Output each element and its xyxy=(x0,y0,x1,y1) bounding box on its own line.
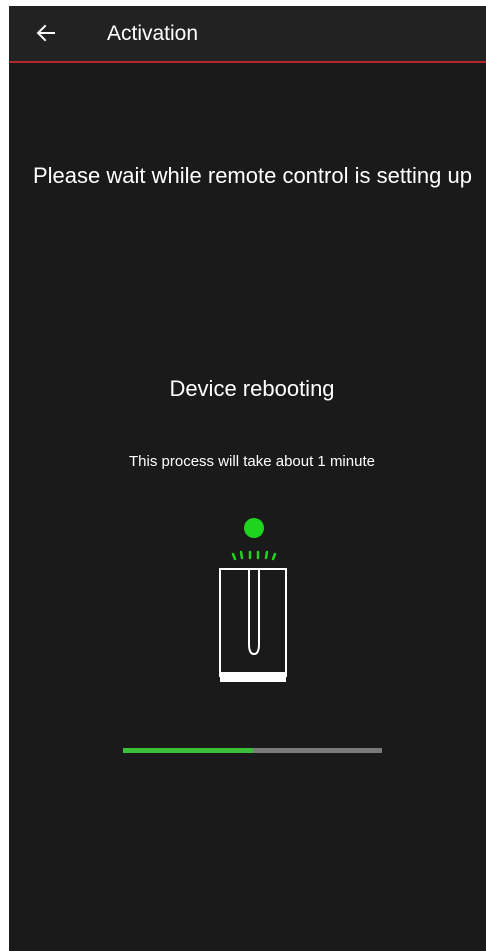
status-subtitle: This process will take about 1 minute xyxy=(129,453,375,470)
progress-bar-fill xyxy=(123,748,253,753)
status-light-icon xyxy=(244,518,264,538)
page-title: Activation xyxy=(107,22,199,45)
app-bar: Activation xyxy=(9,6,486,63)
router-device-icon xyxy=(219,518,287,682)
activation-screen: Activation Please wait while remote cont… xyxy=(9,6,486,951)
back-button[interactable] xyxy=(31,18,61,48)
status-title: Device rebooting xyxy=(169,376,335,401)
arrow-left-icon xyxy=(36,24,55,42)
signal-rays-icon xyxy=(231,550,277,561)
progress-bar xyxy=(123,748,382,753)
setup-headline: Please wait while remote control is sett… xyxy=(33,163,472,188)
